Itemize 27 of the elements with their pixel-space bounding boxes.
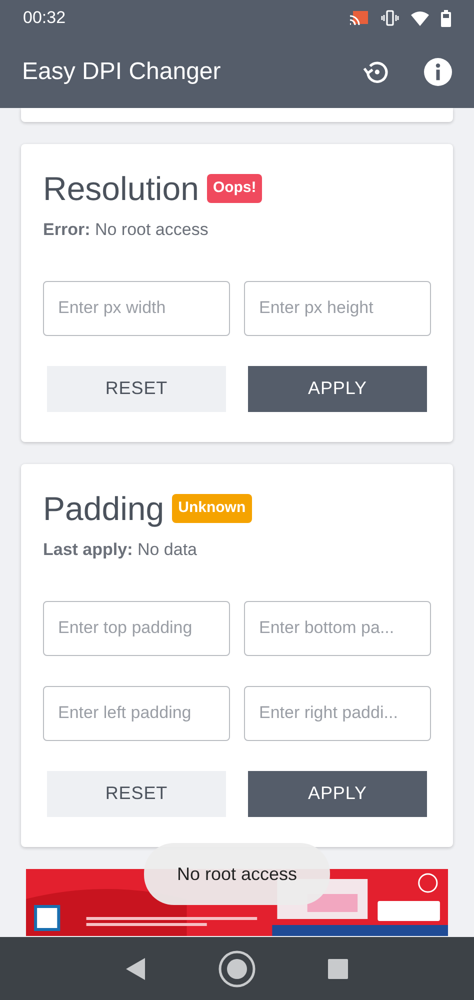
vibrate-icon <box>381 10 399 26</box>
apply-button[interactable]: APPLY <box>248 366 427 412</box>
reset-button[interactable]: RESET <box>47 770 226 816</box>
toast-message: No root access <box>144 843 330 905</box>
status-badge: Oops! <box>206 174 262 203</box>
recents-icon[interactable] <box>328 958 348 978</box>
card-title: Padding <box>43 488 164 529</box>
info-icon[interactable] <box>424 58 452 86</box>
app-title: Easy DPI Changer <box>22 57 221 87</box>
battery-icon <box>441 10 451 26</box>
home-icon[interactable] <box>218 950 256 988</box>
input-field[interactable]: Enter px width <box>43 280 230 336</box>
reset-button[interactable]: RESET <box>47 366 226 412</box>
wifi-icon <box>411 10 429 26</box>
input-field[interactable]: Enter bottom pa... <box>244 600 431 656</box>
input-field[interactable]: Enter right paddi... <box>244 686 431 740</box>
status-text: Last apply: No data <box>43 539 198 561</box>
input-field[interactable]: Enter left padding <box>43 686 230 740</box>
status-badge: Unknown <box>172 494 252 523</box>
status-text: Error: No root access <box>43 219 210 242</box>
card-title: Resolution <box>43 169 199 209</box>
cast-icon <box>349 10 369 26</box>
input-field[interactable]: Enter top padding <box>43 600 230 656</box>
apply-button[interactable]: APPLY <box>248 770 427 816</box>
back-icon[interactable] <box>126 958 146 980</box>
status-time: 00:32 <box>23 7 66 30</box>
input-field[interactable]: Enter px height <box>244 280 431 336</box>
